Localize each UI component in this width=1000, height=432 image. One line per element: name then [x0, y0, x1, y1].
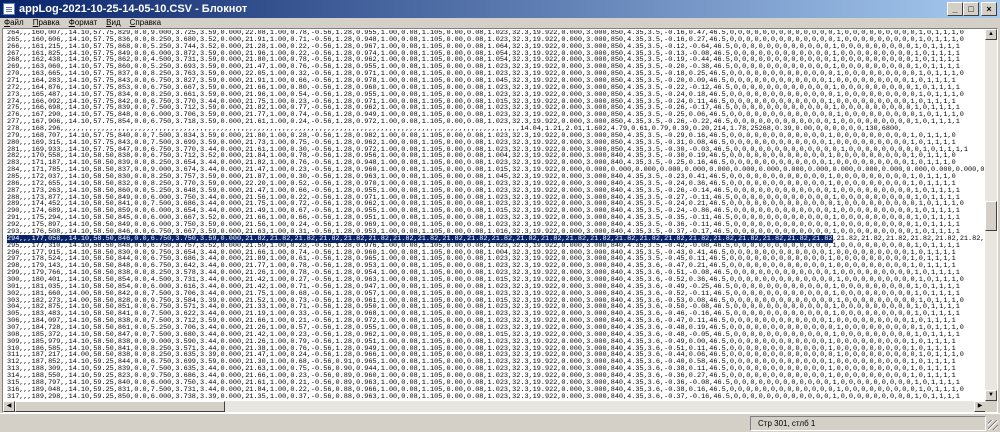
- scrollbar-corner: [985, 401, 997, 412]
- menu-help[interactable]: Справка: [130, 18, 161, 28]
- scroll-down-button[interactable]: ▼: [985, 390, 997, 401]
- menu-view[interactable]: Вид: [106, 18, 120, 28]
- maximize-button[interactable]: □: [963, 2, 979, 16]
- horizontal-scroll-thumb[interactable]: [15, 401, 225, 412]
- scroll-up-button[interactable]: ▲: [985, 29, 997, 40]
- vertical-scroll-thumb[interactable]: [985, 201, 997, 231]
- notepad-icon: [3, 3, 15, 15]
- resize-grip-icon[interactable]: [988, 420, 998, 430]
- scroll-left-button[interactable]: ◀: [3, 401, 15, 412]
- window-title: appLog-2021-10-25-14-05-10.CSV - Блокнот: [19, 3, 248, 15]
- text-editor[interactable]: 264,,,160,007,,14.10,57.75,829,0.0,9.000…: [2, 28, 998, 413]
- minimize-button[interactable]: _: [947, 2, 963, 16]
- text-content[interactable]: 264,,,160,007,,14.10,57.75,829,0.0,9.000…: [4, 30, 987, 402]
- status-bar: Стр 301, стлб 1: [0, 413, 1000, 432]
- cursor-position: Стр 301, стлб 1: [750, 416, 986, 431]
- menu-edit[interactable]: Правка: [33, 18, 60, 28]
- title-bar[interactable]: appLog-2021-10-25-14-05-10.CSV - Блокнот…: [0, 0, 1000, 18]
- horizontal-scrollbar[interactable]: ◀ ▶: [3, 401, 986, 412]
- menu-bar: Файл Правка Формат Вид Справка: [0, 18, 1000, 28]
- vertical-scrollbar[interactable]: ▲ ▼: [985, 29, 997, 401]
- text-line[interactable]: 317,,,189,298,,14.10,59.25,850,0.0,6.000…: [7, 393, 987, 401]
- close-button[interactable]: ×: [981, 2, 997, 16]
- menu-file[interactable]: Файл: [4, 18, 24, 28]
- menu-format[interactable]: Формат: [69, 18, 97, 28]
